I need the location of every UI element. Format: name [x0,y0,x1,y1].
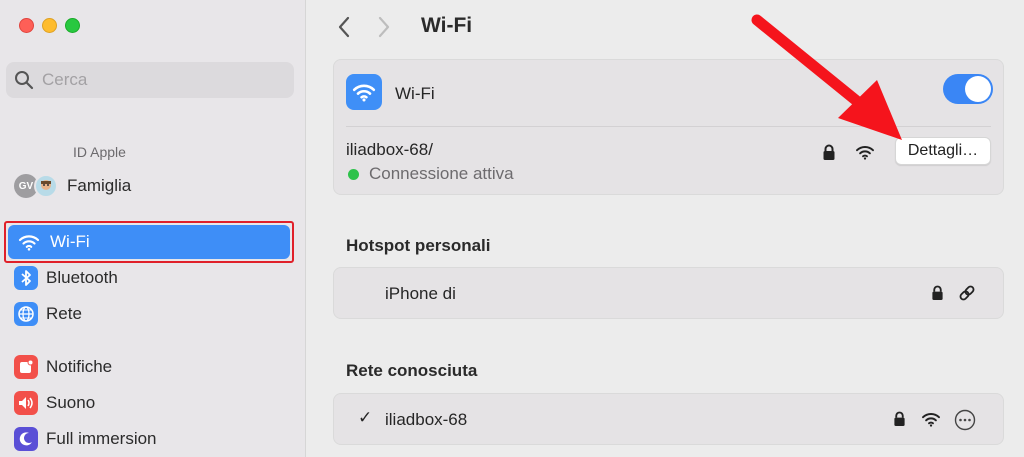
page-title: Wi-Fi [421,14,473,37]
sidebar-item-wifi[interactable]: Wi-Fi [8,225,290,259]
hotspot-row[interactable]: iPhone di [333,267,1004,319]
status-text: Connessione attiva [369,164,514,183]
navigation-arrows [337,16,391,45]
close-window-button[interactable] [19,18,34,33]
known-network-name: iliadbox-68 [385,410,468,429]
moon-icon [14,427,38,451]
status-dot-icon [348,168,359,180]
search-field[interactable]: Cerca [6,62,294,98]
wifi-signal-icon [855,144,875,165]
search-placeholder: Cerca [42,70,88,89]
minimize-window-button[interactable] [42,18,57,33]
divider [346,126,991,127]
sidebar-item-label: Rete [46,304,82,323]
sidebar-item-label: Bluetooth [46,268,118,287]
zoom-window-button[interactable] [65,18,80,33]
apple-id-label[interactable]: ID Apple [73,144,126,160]
speaker-icon [14,391,38,415]
lock-icon [893,411,906,432]
details-button[interactable]: Dettagli… [895,137,991,165]
checkmark-icon: ✓ [358,408,373,427]
bluetooth-icon [14,266,38,290]
sidebar-item-notifications[interactable]: Notifiche [14,355,112,379]
toggle-knob [965,76,991,102]
sidebar-item-label: Suono [46,393,96,412]
sidebar-item-label: Notifiche [46,357,113,376]
connected-network-name: iliadbox-68/ [346,140,433,159]
hotspot-heading: Hotspot personali [346,236,491,255]
wifi-icon [18,235,40,251]
wifi-settings-card: Wi-Fi iliadbox-68/ Connessione attiva De… [333,59,1004,195]
memoji-avatar-icon [34,174,58,198]
more-options-icon[interactable] [954,409,976,436]
sidebar-item-label: Famiglia [67,176,132,195]
sidebar-item-focus[interactable]: Full immersion [14,427,157,451]
sidebar-item-family[interactable]: GV Famiglia [14,174,131,198]
link-icon [958,284,976,307]
known-network-heading: Rete conosciuta [346,361,478,380]
bell-icon [14,355,38,379]
sidebar-item-wifi-highlight: Wi-Fi [4,221,294,263]
wifi-signal-icon [921,411,941,432]
forward-chevron-icon[interactable] [377,16,391,45]
search-icon [15,71,34,90]
lock-icon [822,144,836,166]
lock-icon [931,285,944,306]
wifi-toggle[interactable] [943,74,993,104]
connection-status: Connessione attiva [348,164,514,184]
sidebar-item-label: Full immersion [46,429,157,448]
sidebar-item-network[interactable]: Rete [14,302,82,326]
sidebar-item-bluetooth[interactable]: Bluetooth [14,266,118,290]
sidebar: Cerca ID Apple GV Famiglia Wi-Fi Bluetoo… [0,0,306,457]
globe-icon [14,302,38,326]
back-chevron-icon[interactable] [337,16,351,45]
known-network-row[interactable]: ✓ iliadbox-68 [333,393,1004,445]
main-panel: Wi-Fi Wi-Fi iliadbox-68/ Connessione att… [307,0,1024,457]
wifi-app-icon [346,74,382,110]
hotspot-name: iPhone di [385,284,456,303]
window-controls [19,18,80,33]
sidebar-item-sound[interactable]: Suono [14,391,95,415]
sidebar-item-label: Wi-Fi [50,232,90,251]
wifi-label: Wi-Fi [395,84,435,103]
